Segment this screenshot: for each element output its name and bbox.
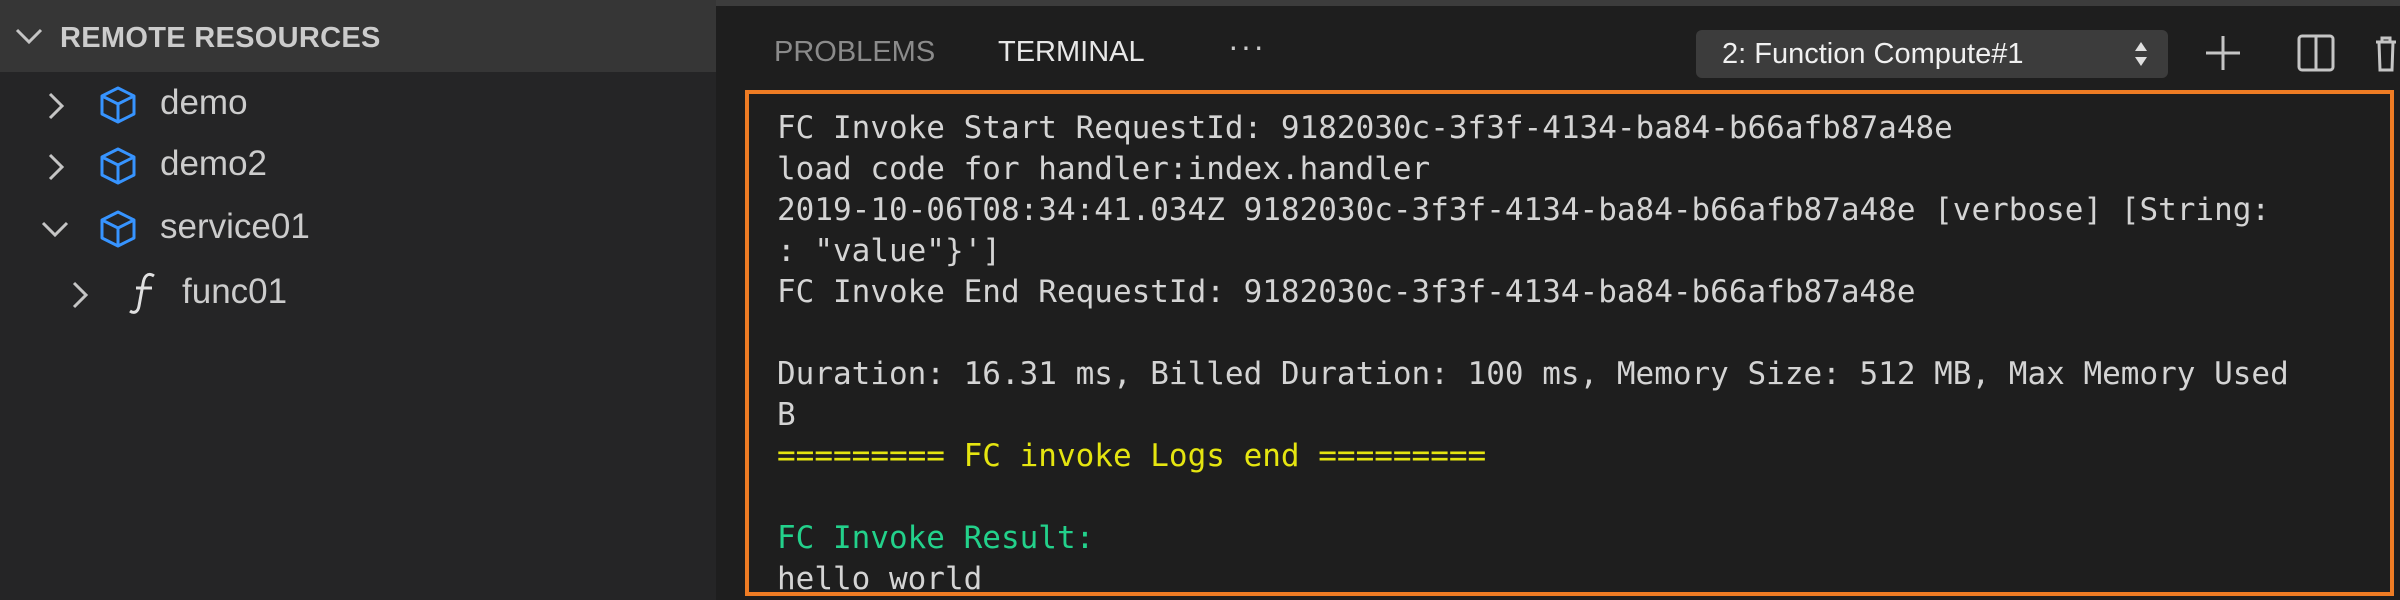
chevron-down-icon[interactable] [14, 26, 44, 51]
terminal-line: Duration: 16.31 ms, Billed Duration: 100… [777, 356, 2289, 392]
tree-item-demo2[interactable]: demo2 [0, 134, 716, 194]
function-icon [128, 270, 162, 321]
terminal-select[interactable]: 2: Function Compute#1 [1696, 30, 2168, 78]
tree-item-func01[interactable]: func01 [0, 262, 716, 322]
plus-icon[interactable] [2200, 30, 2246, 81]
tab-terminal[interactable]: TERMINAL [998, 36, 1145, 69]
cube-icon [98, 85, 138, 130]
terminal-line: : "value"}'] [777, 233, 1001, 269]
tab-problems[interactable]: PROBLEMS [774, 36, 935, 69]
cube-icon [98, 146, 138, 191]
split-terminal-icon[interactable] [2296, 30, 2336, 81]
sidebar-section-header[interactable]: REMOTE RESOURCES [0, 0, 716, 72]
terminal-output[interactable]: FC Invoke Start RequestId: 9182030c-3f3f… [745, 90, 2394, 596]
chevron-right-icon[interactable] [46, 91, 66, 126]
tree-item-service01[interactable]: service01 [0, 197, 716, 257]
sidebar-section-title: REMOTE RESOURCES [60, 22, 381, 54]
chevron-right-icon[interactable] [70, 280, 90, 315]
terminal-line: FC Invoke End RequestId: 9182030c-3f3f-4… [777, 274, 1916, 310]
tree-item-label: func01 [182, 272, 288, 311]
terminal-line: B [777, 397, 796, 433]
chevron-right-icon[interactable] [46, 152, 66, 187]
remote-resources-sidebar: REMOTE RESOURCES demo demo2 service01 fu… [0, 0, 716, 600]
cube-icon [98, 209, 138, 254]
tree-item-label: demo [160, 83, 248, 122]
terminal-line: FC Invoke Start RequestId: 9182030c-3f3f… [777, 110, 1953, 146]
more-actions-icon[interactable]: ··· [1228, 28, 1266, 65]
trash-icon[interactable] [2372, 30, 2400, 81]
panel-divider [716, 0, 2400, 6]
tree-item-demo[interactable]: demo [0, 73, 716, 133]
chevron-down-icon[interactable] [40, 219, 70, 244]
invoke-result-value: hello world [777, 561, 983, 596]
tree-item-label: service01 [160, 207, 310, 246]
terminal-line: load code for handler:index.handler [777, 151, 1431, 187]
select-arrows-icon [2134, 36, 2148, 72]
terminal-line: 2019-10-06T08:34:41.034Z 9182030c-3f3f-4… [777, 192, 2271, 228]
tree-item-label: demo2 [160, 144, 268, 183]
log-end-line: ========= FC invoke Logs end ========= [777, 438, 1487, 474]
invoke-result-label: FC Invoke Result: [777, 520, 1095, 556]
terminal-select-value: 2: Function Compute#1 [1722, 38, 2024, 70]
